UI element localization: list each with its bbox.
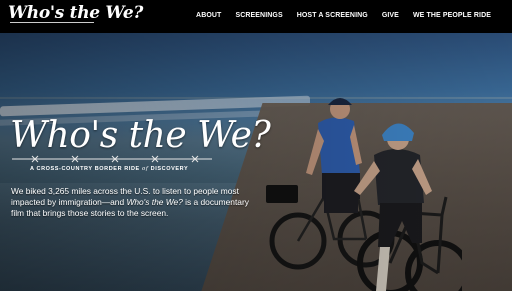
site-logo[interactable]: Who's the We? [8,3,143,23]
main-nav: ABOUT SCREENINGS HOST A SCREENING GIVE W… [196,12,491,19]
logo-text: Who's the We? [8,3,144,23]
subtitle-of: of [141,166,149,172]
subtitle-text: A CROSS-COUNTRY BORDER RIDE [30,166,140,172]
subtitle-text: DISCOVERY [150,166,189,172]
nav-item-give[interactable]: GIVE [382,12,399,19]
hero-subtitle: A CROSS-COUNTRY BORDER RIDE of DISCOVERY [30,166,188,172]
nav-item-screenings[interactable]: SCREENINGS [235,12,282,19]
hero-description: We biked 3,265 miles across the U.S. to … [11,186,251,218]
film-title: Who's the We? [126,196,183,207]
barbed-wire-icon [12,155,212,163]
site-header: Who's the We? ABOUT SCREENINGS HOST A SC… [0,0,512,33]
nav-item-host-a-screening[interactable]: HOST A SCREENING [297,12,368,19]
barbed-wire-icon [10,22,94,27]
nav-item-about[interactable]: ABOUT [196,12,221,19]
nav-item-we-the-people-ride[interactable]: WE THE PEOPLE RIDE [413,12,491,19]
hero-title: Who's the We? [10,115,271,156]
